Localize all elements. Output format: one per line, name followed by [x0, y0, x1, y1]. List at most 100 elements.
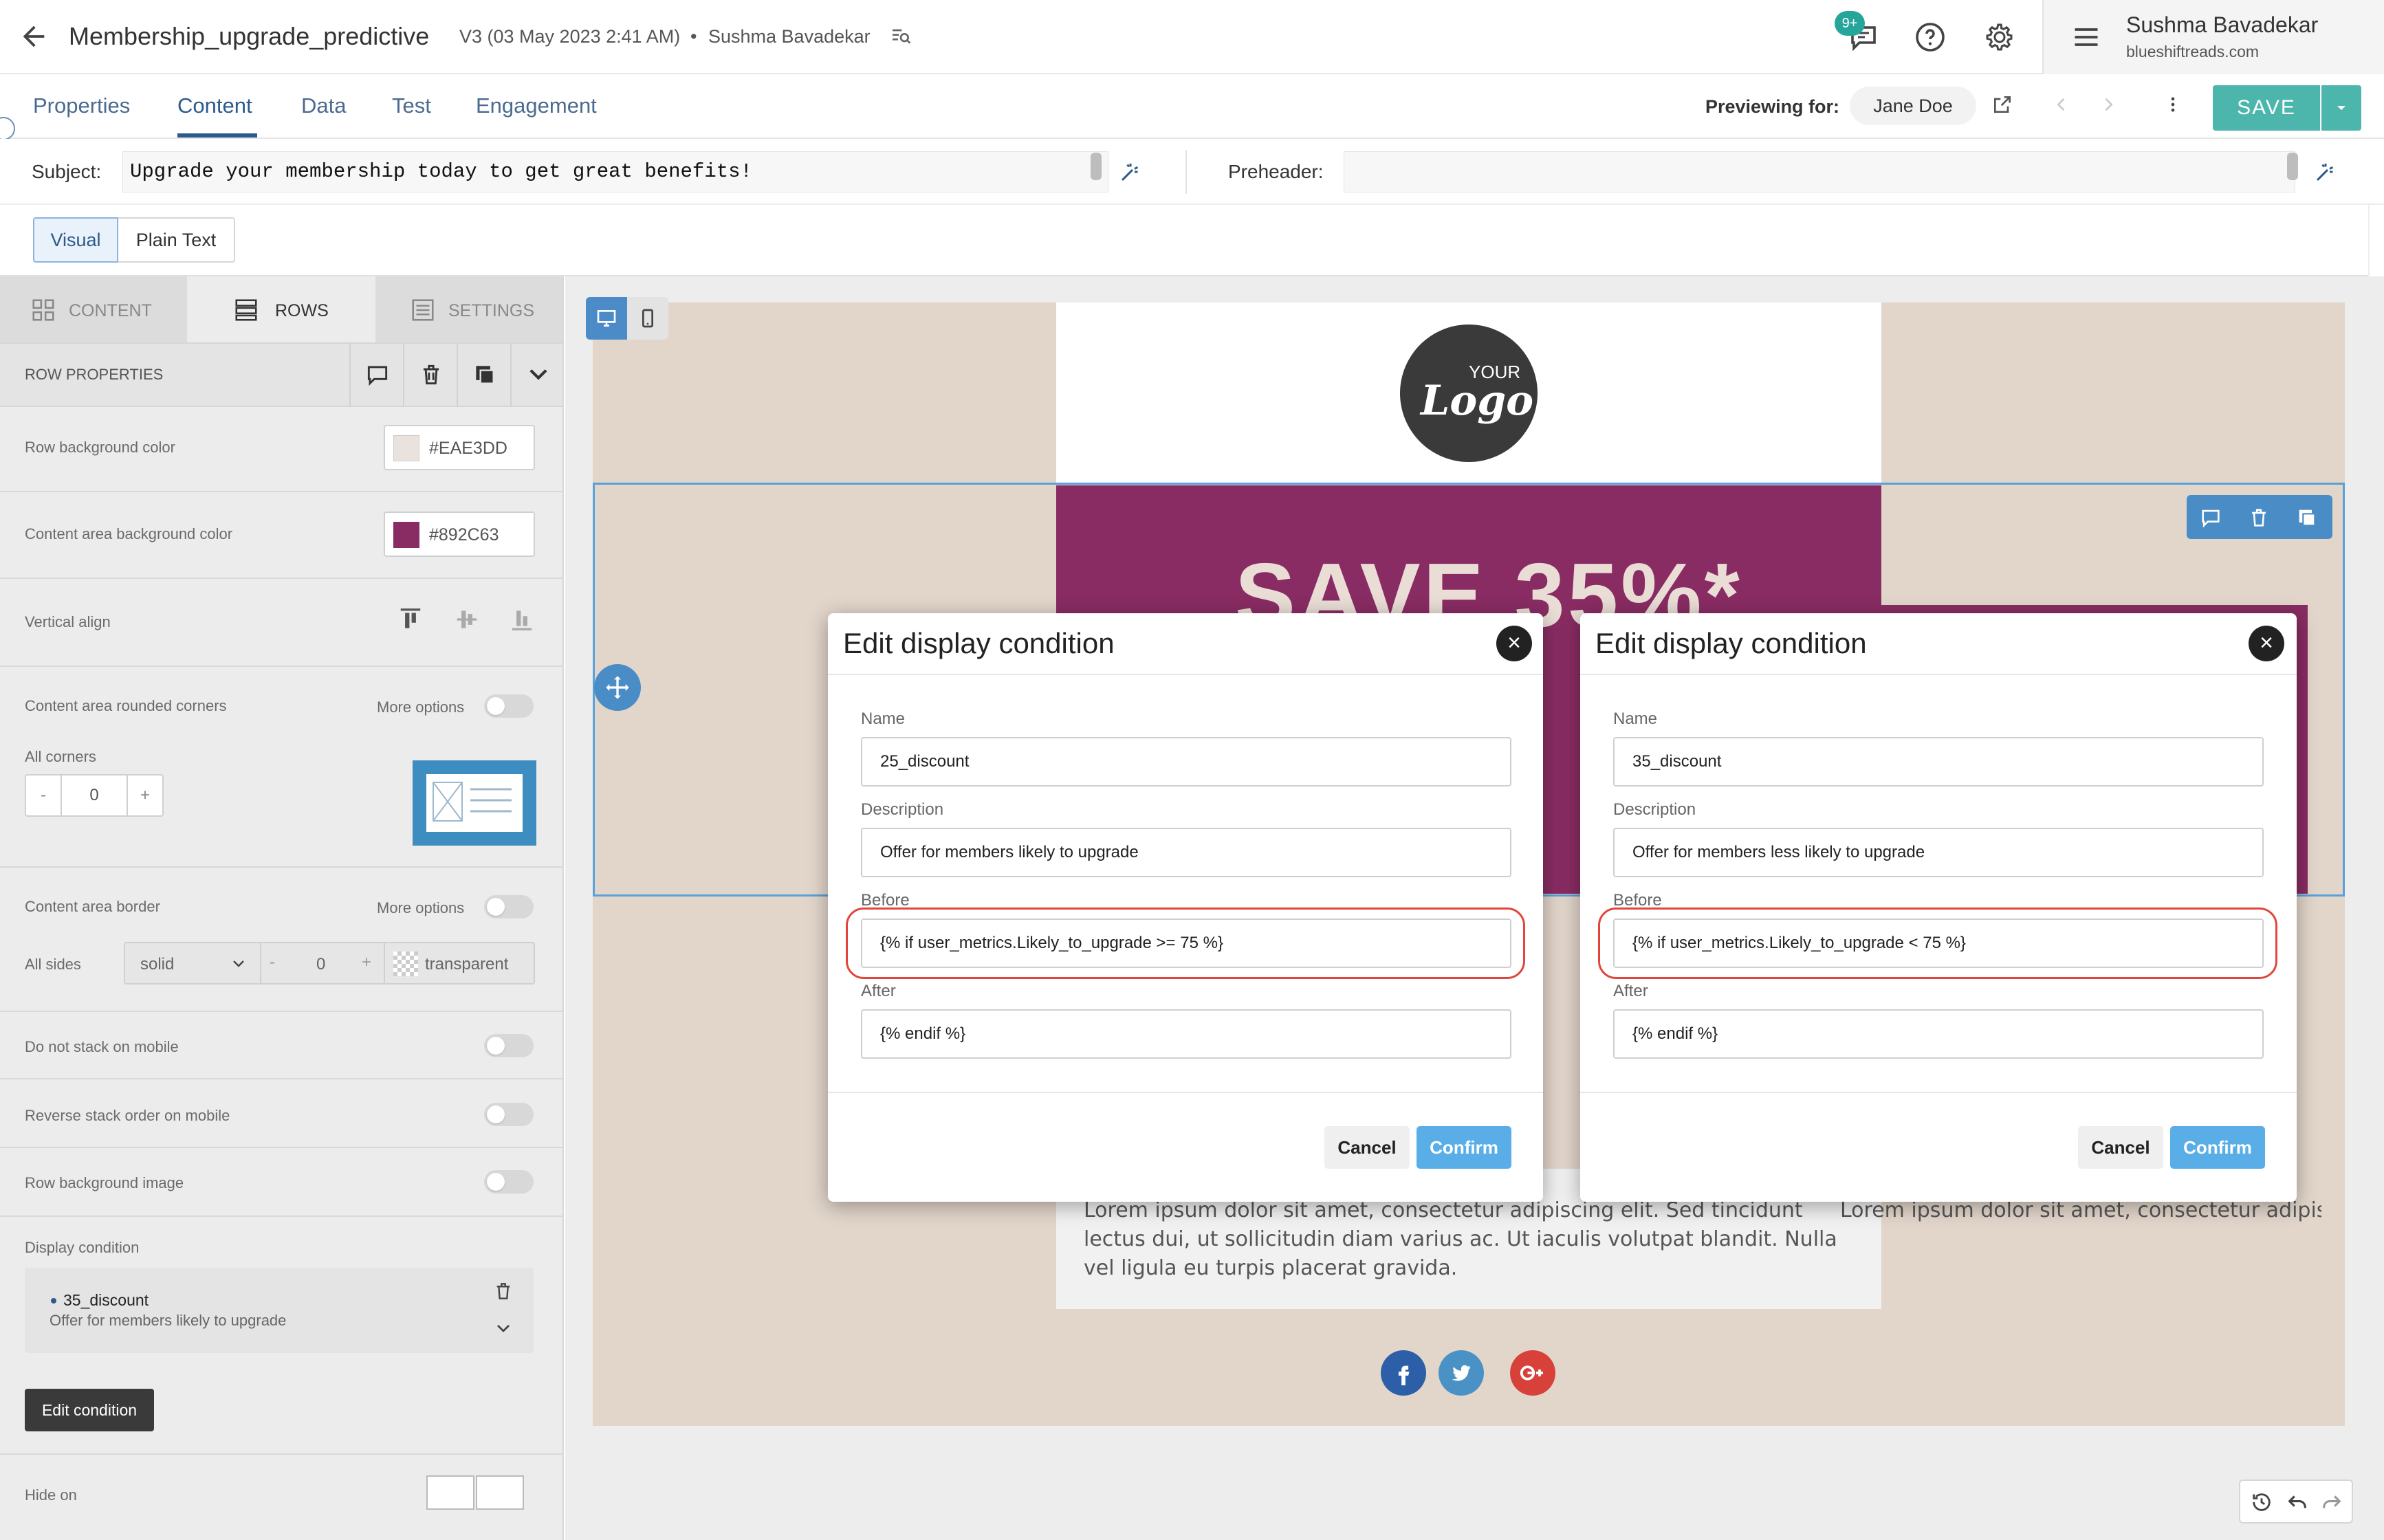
user-menu[interactable]: Sushma Bavadekar blueshiftreads.com [2042, 0, 2384, 74]
confirm-button[interactable]: Confirm [1417, 1126, 1511, 1169]
page-scrollbar-track [2368, 205, 2384, 276]
campaign-title: Membership_upgrade_predictive [69, 22, 430, 50]
collapse-chevron-icon[interactable] [510, 342, 562, 407]
border-color-picker[interactable]: transparent [385, 942, 535, 984]
desktop-preview-button[interactable] [586, 297, 627, 340]
row-properties-panel: CONTENT ROWS SETTINGS ROW PROPERTIES Row… [0, 276, 564, 1540]
description-input[interactable]: Offer for members likely to upgrade [861, 828, 1511, 877]
close-icon[interactable]: × [1496, 626, 1532, 661]
cancel-button[interactable]: Cancel [2078, 1126, 2163, 1169]
vertical-align-label: Vertical align [25, 613, 111, 630]
bullet-separator: • [690, 26, 697, 47]
align-bottom-icon[interactable] [509, 605, 535, 634]
subject-input[interactable]: Upgrade your membership today to get gre… [122, 151, 1108, 192]
content-bg-color-picker[interactable]: #892C63 [384, 512, 535, 557]
tab-content[interactable]: Content [177, 94, 252, 118]
tab-properties[interactable]: Properties [33, 94, 130, 118]
preheader-personalize-icon[interactable] [2313, 160, 2338, 184]
confirm-button[interactable]: Confirm [2170, 1126, 2265, 1169]
more-vertical-icon[interactable] [2163, 94, 2183, 116]
panel-tab-rows[interactable]: ROWS [187, 276, 375, 342]
logo-image: YOUR Logo [1400, 324, 1538, 462]
facebook-icon[interactable] [1381, 1350, 1426, 1396]
description-input[interactable]: Offer for members less likely to upgrade [1613, 828, 2264, 877]
row-duplicate-icon[interactable] [2295, 506, 2319, 529]
history-search-icon[interactable] [890, 25, 912, 47]
rounded-more-options-toggle[interactable] [484, 694, 534, 718]
panel-tab-rows-label: ROWS [275, 301, 329, 320]
name-input[interactable]: 35_discount [1613, 737, 2264, 786]
condition-expand-icon[interactable] [492, 1317, 514, 1339]
editor-mode-bar [0, 205, 2384, 276]
gear-icon[interactable] [1983, 21, 2016, 54]
row-comment-icon[interactable] [2199, 506, 2222, 529]
border-width-stepper[interactable]: - 0 + [261, 942, 385, 984]
stack-mobile-toggle[interactable] [484, 1034, 534, 1057]
condition-delete-icon[interactable] [492, 1280, 514, 1302]
row-bg-image-toggle[interactable] [484, 1170, 534, 1194]
rounded-corners-label: Content area rounded corners [25, 697, 227, 714]
name-input[interactable]: 25_discount [861, 737, 1511, 786]
visual-mode-button[interactable]: Visual [33, 217, 118, 263]
corner-stepper[interactable]: - 0 + [25, 774, 164, 817]
border-color-value: transparent [425, 955, 509, 974]
history-icon[interactable] [2250, 1490, 2273, 1514]
tab-active-underline [177, 133, 257, 138]
cancel-button[interactable]: Cancel [1324, 1126, 1410, 1169]
after-input[interactable]: {% endif %} [1613, 1009, 2264, 1059]
panel-tab-content[interactable]: CONTENT [0, 276, 187, 342]
help-icon[interactable] [1914, 21, 1947, 54]
preview-user-chip[interactable]: Jane Doe [1850, 87, 1976, 125]
save-dropdown-button[interactable] [2321, 85, 2361, 131]
tab-engagement[interactable]: Engagement [476, 94, 597, 118]
border-more-options-toggle[interactable] [484, 895, 534, 918]
subject-scrollbar[interactable] [1091, 153, 1102, 180]
google-plus-icon[interactable] [1510, 1350, 1555, 1396]
preheader-input[interactable] [1344, 151, 2295, 192]
prev-chevron-icon[interactable] [2052, 95, 2071, 114]
divider [0, 491, 562, 492]
before-highlight [846, 908, 1525, 979]
align-top-icon[interactable] [397, 605, 424, 634]
display-condition-label: Display condition [25, 1239, 140, 1256]
hide-on-desktop-button[interactable] [426, 1475, 474, 1510]
tab-test[interactable]: Test [392, 94, 431, 118]
display-condition-card[interactable]: 35_discount Offer for members likely to … [25, 1268, 534, 1353]
row-delete-icon[interactable] [2247, 506, 2271, 529]
redo-icon[interactable] [2320, 1490, 2343, 1514]
save-button[interactable]: SAVE [2213, 85, 2320, 131]
plain-text-mode-button[interactable]: Plain Text [118, 217, 235, 263]
comment-icon[interactable] [349, 342, 403, 407]
dialog-header-divider [1580, 674, 2297, 675]
twitter-icon[interactable] [1439, 1350, 1484, 1396]
undo-icon[interactable] [2286, 1490, 2309, 1514]
duplicate-row-icon[interactable] [457, 342, 510, 407]
back-arrow-icon[interactable] [18, 21, 50, 52]
border-style-select[interactable]: solid [124, 942, 261, 984]
all-corners-label: All corners [25, 748, 96, 765]
dialog-header-divider [828, 674, 1543, 675]
panel-tab-settings[interactable]: SETTINGS [375, 276, 562, 342]
dialog-title: Edit display condition [1595, 627, 1867, 659]
mobile-preview-button[interactable] [627, 297, 668, 340]
hide-on-mobile-button[interactable] [476, 1475, 524, 1510]
next-chevron-icon[interactable] [2099, 95, 2118, 114]
close-icon[interactable]: × [2249, 626, 2284, 661]
row-bg-color-picker[interactable]: #EAE3DD [384, 425, 535, 470]
reverse-stack-toggle[interactable] [484, 1103, 534, 1126]
delete-row-icon[interactable] [403, 342, 457, 407]
hamburger-icon[interactable] [2071, 22, 2101, 52]
move-row-handle-icon[interactable] [594, 664, 641, 711]
open-external-icon[interactable] [1991, 94, 2013, 116]
divider [0, 866, 562, 868]
preheader-scrollbar[interactable] [2287, 153, 2298, 180]
personalize-icon[interactable] [1118, 160, 1143, 184]
tab-data[interactable]: Data [301, 94, 346, 118]
edit-condition-button[interactable]: Edit condition [25, 1389, 154, 1431]
corner-plus-button[interactable]: + [127, 776, 162, 815]
after-input[interactable]: {% endif %} [861, 1009, 1511, 1059]
corner-minus-button[interactable]: - [26, 776, 62, 815]
version-info: V3 (03 May 2023 2:41 AM) [459, 26, 681, 47]
corner-value[interactable]: 0 [62, 776, 127, 815]
align-middle-icon[interactable] [454, 605, 480, 634]
